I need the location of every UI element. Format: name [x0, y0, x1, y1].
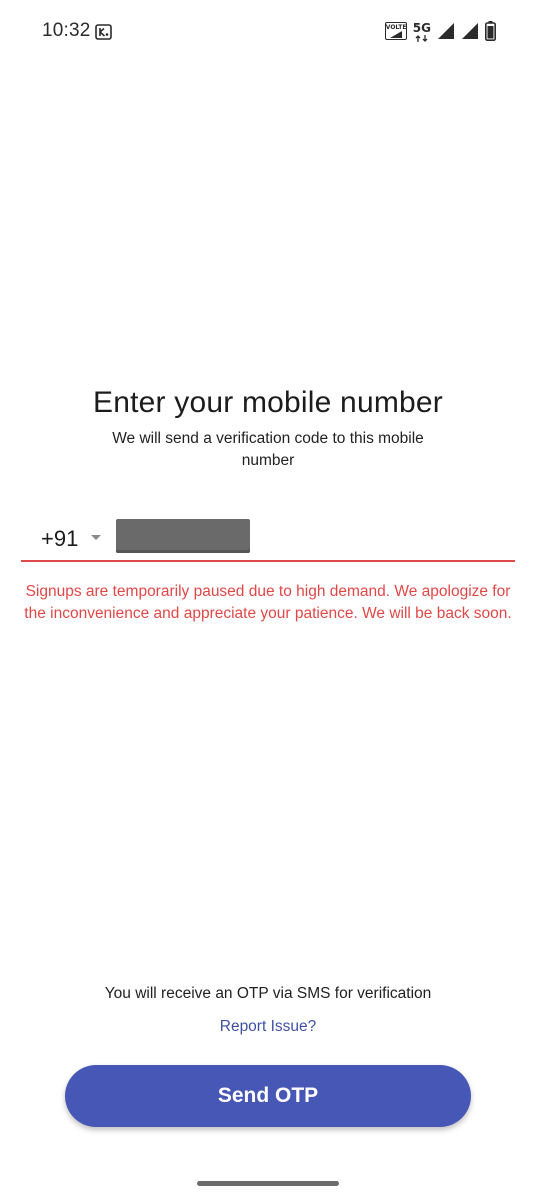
chevron-down-icon[interactable] [91, 535, 101, 540]
signal-icon [461, 22, 479, 40]
network-type-label: 5G [412, 21, 431, 35]
login-screen: 10:32 VOLTE 5G Enter your mobile number … [0, 0, 536, 1200]
country-code[interactable]: +91 [41, 526, 78, 552]
volte-icon: VOLTE [384, 22, 407, 40]
send-otp-button[interactable]: Send OTP [65, 1065, 471, 1127]
status-bar: 10:32 VOLTE 5G [0, 0, 536, 62]
status-time: 10:32 [42, 20, 91, 41]
phone-input-row: +91 [21, 516, 515, 562]
input-underline-error [21, 560, 515, 562]
battery-icon [485, 21, 496, 41]
mobile-number-input[interactable] [116, 519, 250, 553]
otp-info-text: You will receive an OTP via SMS for veri… [104, 985, 432, 1002]
report-issue-link[interactable]: Report Issue? [0, 1018, 536, 1036]
status-icons: VOLTE 5G [384, 20, 496, 42]
page-title: Enter your mobile number [93, 386, 443, 419]
page-subtitle: We will send a verification code to this… [112, 430, 424, 469]
error-message: Signups are temporarily paused due to hi… [24, 583, 512, 622]
volte-label: VOLTE [385, 24, 407, 31]
network-type-icon: 5G [412, 21, 431, 42]
home-indicator[interactable] [197, 1181, 339, 1186]
app-notification-icon [95, 24, 112, 40]
signal-icon [437, 22, 455, 40]
